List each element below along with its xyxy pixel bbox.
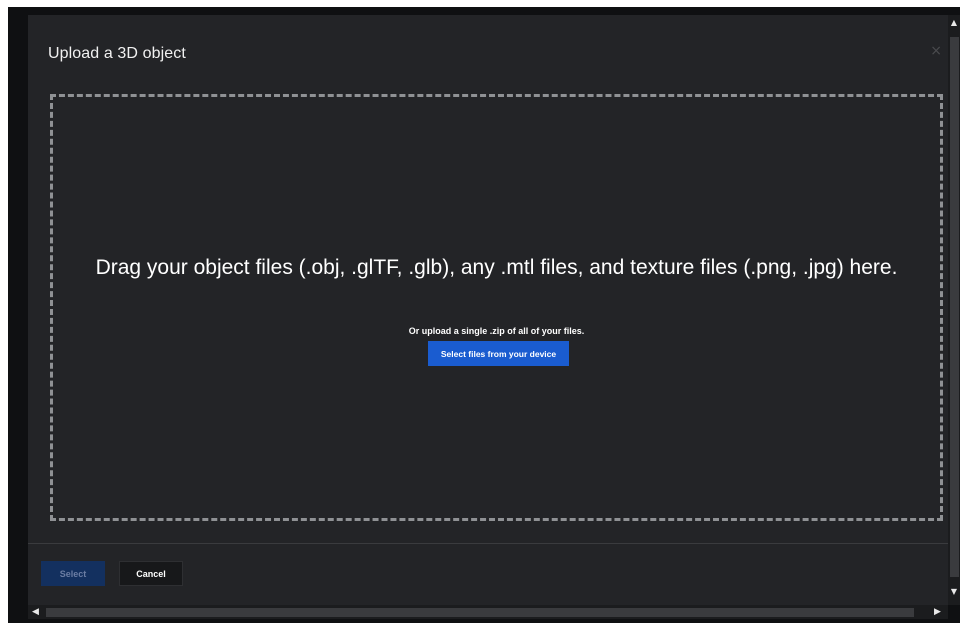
close-icon[interactable]: × [930,43,942,59]
dialog-frame: Upload a 3D object × Drag your object fi… [8,7,960,623]
dropzone-headline: Drag your object files (.obj, .glTF, .gl… [95,256,898,279]
select-files-button[interactable]: Select files from your device [428,341,569,366]
scroll-right-icon[interactable]: ▶ [934,607,941,617]
scroll-down-icon[interactable]: ▼ [948,587,960,597]
dialog-title: Upload a 3D object [48,45,186,62]
vertical-scroll-thumb[interactable] [950,37,959,577]
file-dropzone[interactable]: Drag your object files (.obj, .glTF, .gl… [50,94,943,521]
cancel-button[interactable]: Cancel [119,561,183,586]
horizontal-scroll-thumb[interactable] [46,608,914,617]
select-button[interactable]: Select [41,561,105,586]
footer-divider [28,543,948,544]
dropzone-subtext: Or upload a single .zip of all of your f… [408,326,585,336]
vertical-scrollbar[interactable]: ▲ ▼ [948,15,960,605]
horizontal-scrollbar[interactable]: ◀ ▶ [28,605,948,619]
scroll-left-icon[interactable]: ◀ [32,607,39,617]
scroll-up-icon[interactable]: ▲ [948,18,960,28]
upload-dialog: Upload a 3D object × Drag your object fi… [28,15,948,612]
